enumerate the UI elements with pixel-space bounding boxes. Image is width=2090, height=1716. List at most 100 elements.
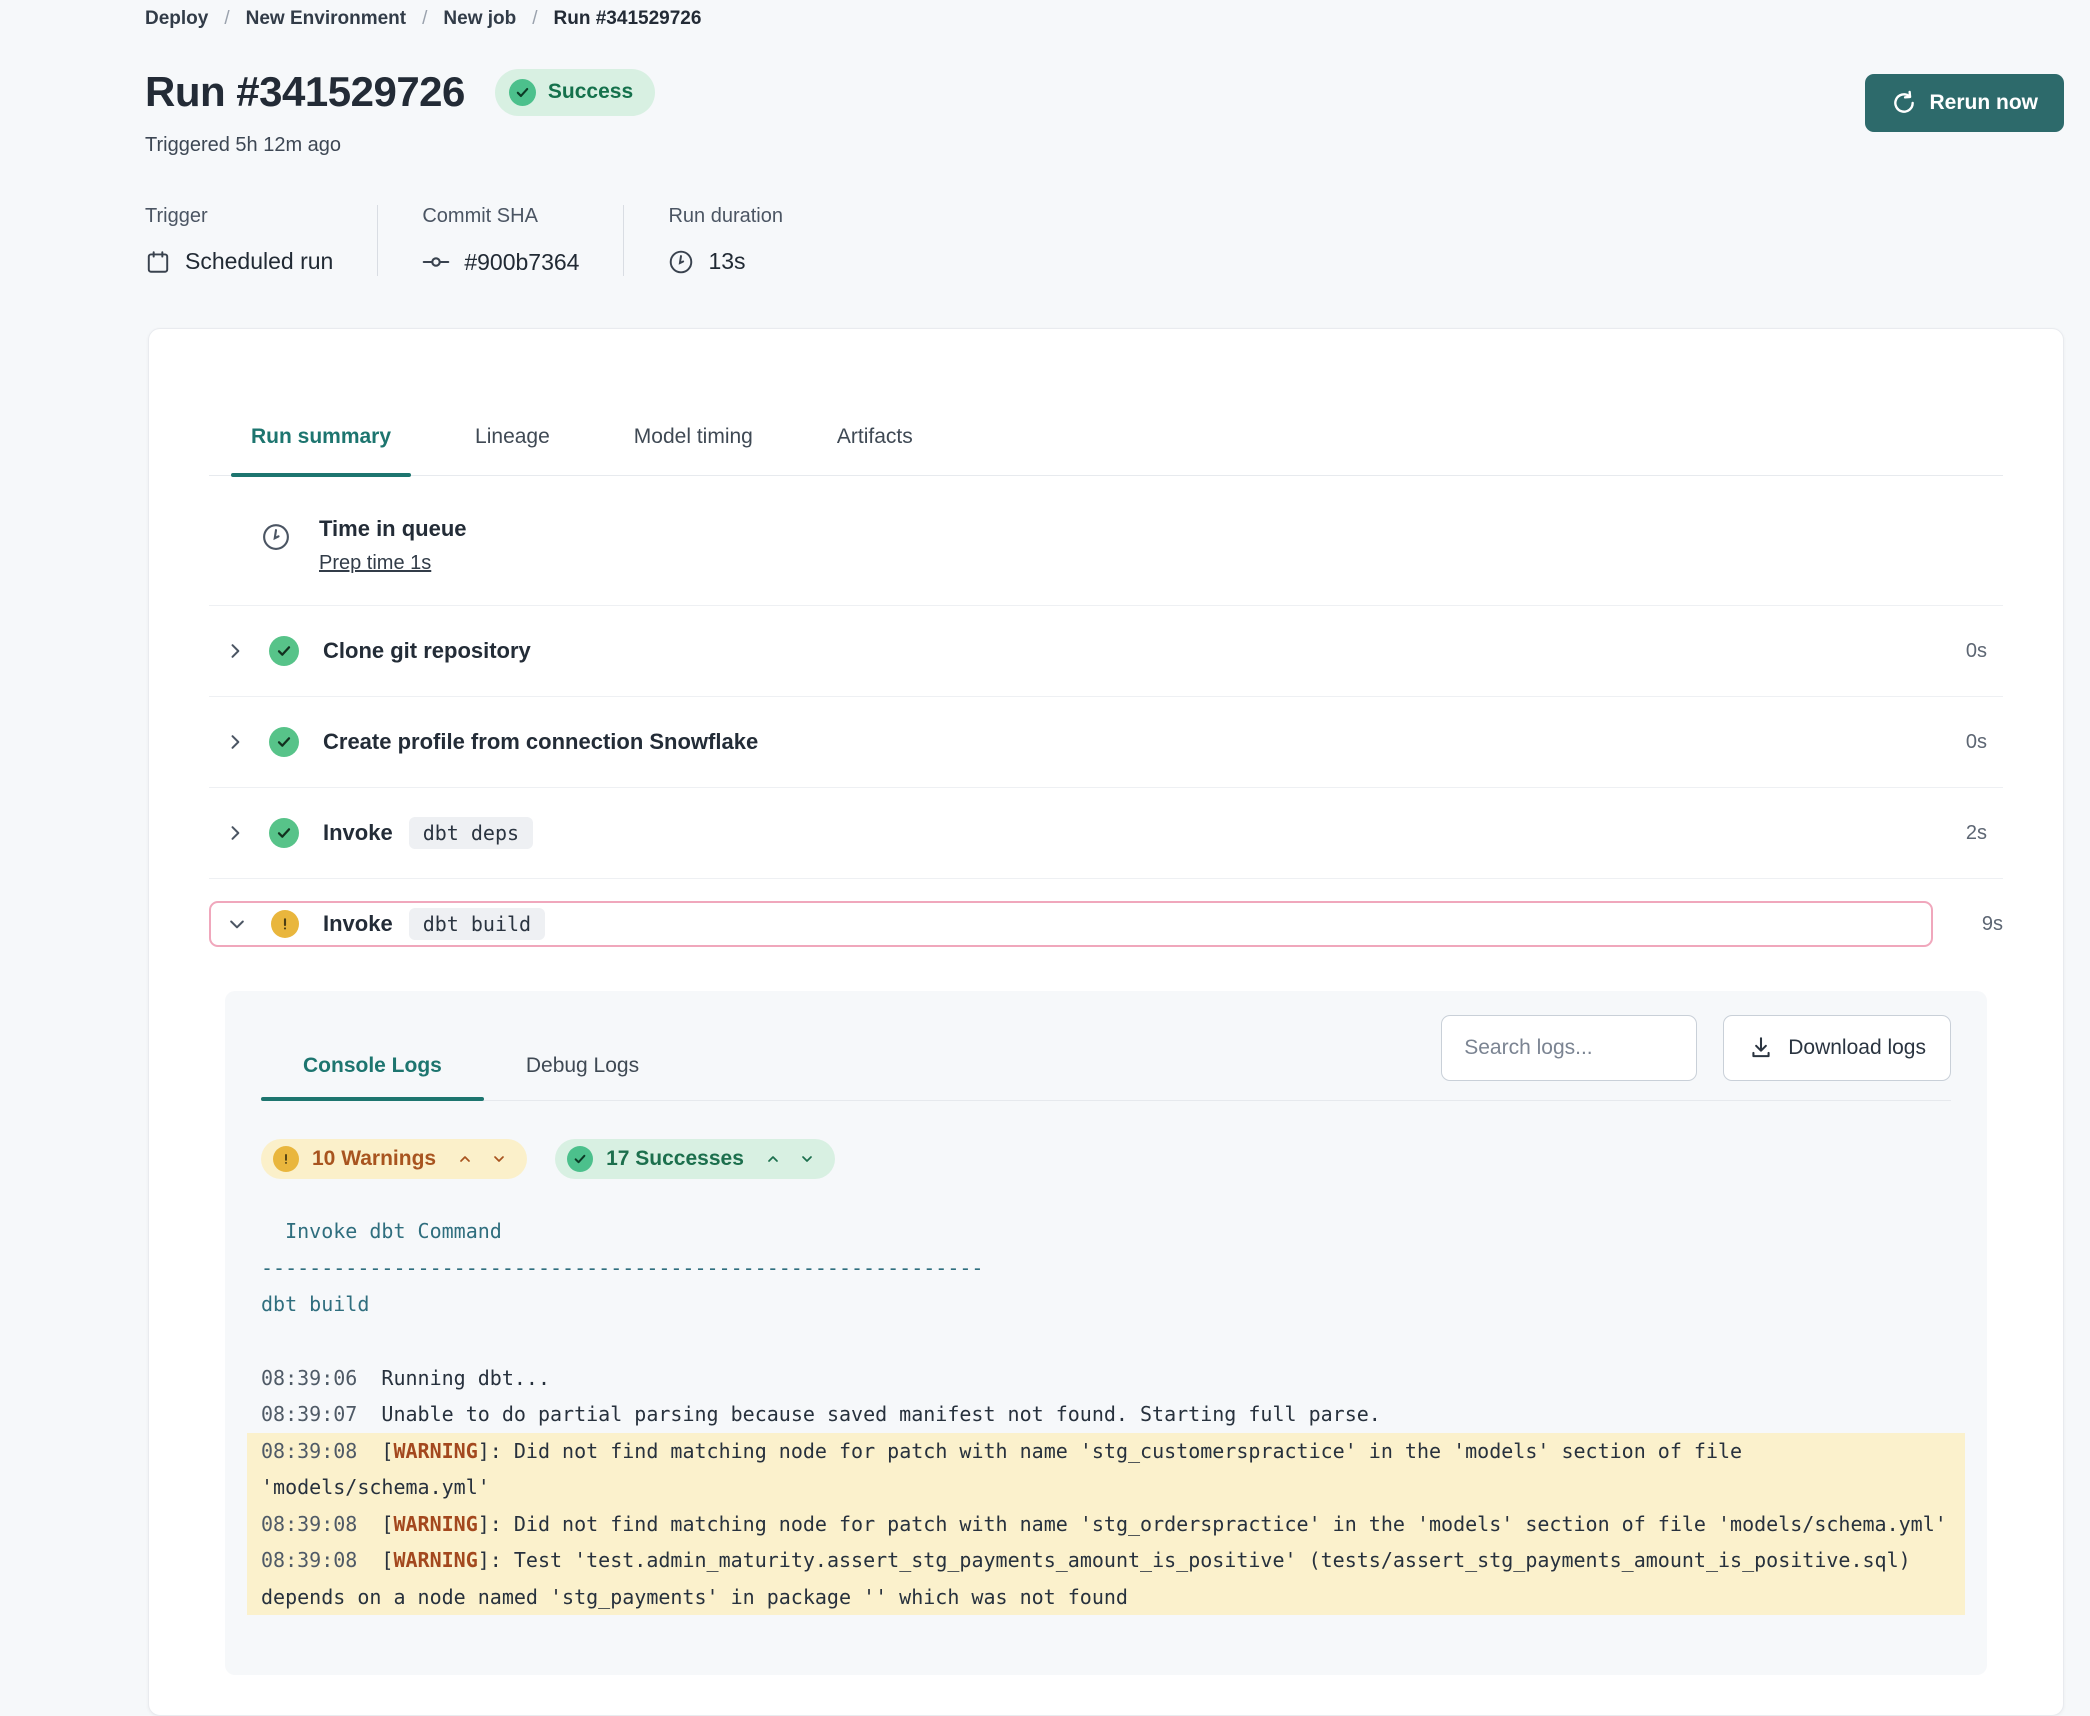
log-timestamp: 08:39:08	[261, 1548, 357, 1572]
step-name: Create profile from connection Snowflake	[323, 729, 758, 755]
next-warning-chevron-down-icon[interactable]	[491, 1151, 507, 1167]
log-divider: ----------------------------------------…	[261, 1250, 1951, 1287]
warning-tag: WARNING	[393, 1548, 477, 1572]
step-duration: 0s	[1966, 731, 1987, 754]
tab-console-logs[interactable]: Console Logs	[261, 1054, 484, 1100]
step-duration: 9s	[1961, 913, 2003, 936]
step-invoke-dbt-build-row: Invoke dbt build 9s	[209, 901, 2003, 947]
next-success-chevron-down-icon[interactable]	[799, 1151, 815, 1167]
check-icon	[567, 1146, 593, 1172]
step-create-profile[interactable]: Create profile from connection Snowflake…	[209, 697, 2003, 788]
log-summary-badges: 10 Warnings 17 Successes	[261, 1139, 1951, 1179]
step-command-chip: dbt deps	[409, 817, 533, 849]
previous-warning-chevron-up-icon[interactable]	[457, 1151, 473, 1167]
meta-duration: Run duration 13s	[623, 205, 827, 276]
check-icon	[509, 79, 536, 106]
meta-trigger: Trigger Scheduled run	[145, 205, 377, 276]
success-check-icon	[269, 818, 299, 848]
tab-lineage[interactable]: Lineage	[473, 425, 552, 475]
log-line: 08:39:06 Running dbt...	[261, 1360, 1951, 1397]
success-check-icon	[269, 636, 299, 666]
time-in-queue-section: Time in queue Prep time 1s	[209, 476, 2003, 606]
meta-trigger-value: Scheduled run	[185, 248, 333, 275]
tab-model-timing[interactable]: Model timing	[632, 425, 755, 475]
meta-commit-label: Commit SHA	[422, 205, 579, 228]
status-badge: Success	[495, 69, 655, 116]
step-command-chip: dbt build	[409, 908, 545, 940]
tab-run-summary[interactable]: Run summary	[249, 425, 393, 475]
step-duration: 0s	[1966, 640, 1987, 663]
breadcrumb-separator: /	[532, 8, 537, 30]
git-commit-icon	[422, 248, 450, 276]
warning-icon	[271, 910, 299, 938]
run-summary-card: Run summary Lineage Model timing Artifac…	[148, 328, 2064, 1716]
meta-commit: Commit SHA #900b7364	[377, 205, 623, 276]
breadcrumb: Deploy / New Environment / New job / Run…	[145, 8, 2064, 30]
download-logs-label: Download logs	[1788, 1036, 1926, 1060]
breadcrumb-current-run: Run #341529726	[554, 8, 702, 30]
warning-tag: WARNING	[393, 1439, 477, 1463]
log-line: 08:39:07 Unable to do partial parsing be…	[261, 1396, 1951, 1433]
tab-artifacts[interactable]: Artifacts	[835, 425, 915, 475]
step-invoke-dbt-deps[interactable]: Invoke dbt deps 2s	[209, 788, 2003, 879]
calendar-icon	[145, 249, 171, 275]
step-name: Clone git repository	[323, 638, 531, 664]
status-badge-label: Success	[548, 80, 633, 104]
chevron-right-icon[interactable]	[225, 641, 245, 661]
step-duration: 2s	[1966, 822, 1987, 845]
warning-tag: WARNING	[393, 1512, 477, 1536]
successes-badge[interactable]: 17 Successes	[555, 1139, 835, 1179]
meta-duration-label: Run duration	[668, 205, 783, 228]
step-name: Invoke	[323, 820, 393, 846]
rerun-now-label: Rerun now	[1930, 91, 2039, 115]
logs-header: Console Logs Debug Logs Download logs	[261, 1015, 1951, 1101]
breadcrumb-separator: /	[422, 8, 427, 30]
breadcrumb-separator: /	[224, 8, 229, 30]
meta-commit-value: #900b7364	[464, 249, 579, 276]
prep-time-link[interactable]: Prep time 1s	[319, 552, 431, 575]
card-tabs: Run summary Lineage Model timing Artifac…	[209, 425, 2003, 476]
warning-icon	[273, 1146, 299, 1172]
console-log-output: Invoke dbt Command ---------------------…	[261, 1213, 1951, 1615]
meta-duration-value: 13s	[708, 248, 745, 275]
log-timestamp: 08:39:06	[261, 1366, 357, 1390]
previous-success-chevron-up-icon[interactable]	[765, 1151, 781, 1167]
breadcrumb-deploy[interactable]: Deploy	[145, 8, 208, 30]
logs-controls: Download logs	[1441, 1015, 1951, 1081]
chevron-right-icon[interactable]	[225, 823, 245, 843]
tab-debug-logs[interactable]: Debug Logs	[484, 1054, 681, 1100]
log-timestamp: 08:39:08	[261, 1439, 357, 1463]
rerun-now-button[interactable]: Rerun now	[1865, 74, 2065, 132]
breadcrumb-environment[interactable]: New Environment	[246, 8, 406, 30]
time-in-queue-title: Time in queue	[319, 516, 467, 542]
step-clone-git-repository[interactable]: Clone git repository 0s	[209, 606, 2003, 697]
chevron-right-icon[interactable]	[225, 732, 245, 752]
page-title: Run #341529726	[145, 68, 465, 116]
download-logs-button[interactable]: Download logs	[1723, 1015, 1951, 1081]
log-timestamp: 08:39:07	[261, 1402, 357, 1426]
step-invoke-dbt-build[interactable]: Invoke dbt build	[209, 901, 1933, 947]
queue-clock-icon	[261, 522, 291, 552]
log-command: dbt build	[261, 1286, 1951, 1323]
success-check-icon	[269, 727, 299, 757]
step-name: Invoke	[323, 911, 393, 937]
search-logs-input[interactable]	[1441, 1015, 1697, 1081]
log-message: Did not find matching node for patch wit…	[514, 1512, 1947, 1536]
run-detail-page: Deploy / New Environment / New job / Run…	[0, 0, 2090, 1716]
log-line-warning: 08:39:08 [WARNING]: Test 'test.admin_mat…	[247, 1542, 1965, 1615]
chevron-down-icon[interactable]	[227, 914, 247, 934]
log-line-warning: 08:39:08 [WARNING]: Did not find matchin…	[247, 1433, 1965, 1506]
log-line-warning: 08:39:08 [WARNING]: Did not find matchin…	[247, 1506, 1965, 1543]
header-row: Run #341529726 Success	[145, 68, 2064, 116]
log-timestamp: 08:39:08	[261, 1512, 357, 1536]
run-meta: Trigger Scheduled run Commit SHA #900b73…	[145, 205, 2064, 276]
log-command-title: Invoke dbt Command	[261, 1213, 1951, 1250]
refresh-icon	[1891, 90, 1917, 116]
successes-badge-label: 17 Successes	[606, 1147, 744, 1171]
download-icon	[1748, 1035, 1774, 1061]
triggered-timestamp: Triggered 5h 12m ago	[145, 134, 2064, 157]
meta-trigger-label: Trigger	[145, 205, 333, 228]
warnings-badge[interactable]: 10 Warnings	[261, 1139, 527, 1179]
log-message: Unable to do partial parsing because sav…	[381, 1402, 1380, 1426]
breadcrumb-job[interactable]: New job	[443, 8, 516, 30]
